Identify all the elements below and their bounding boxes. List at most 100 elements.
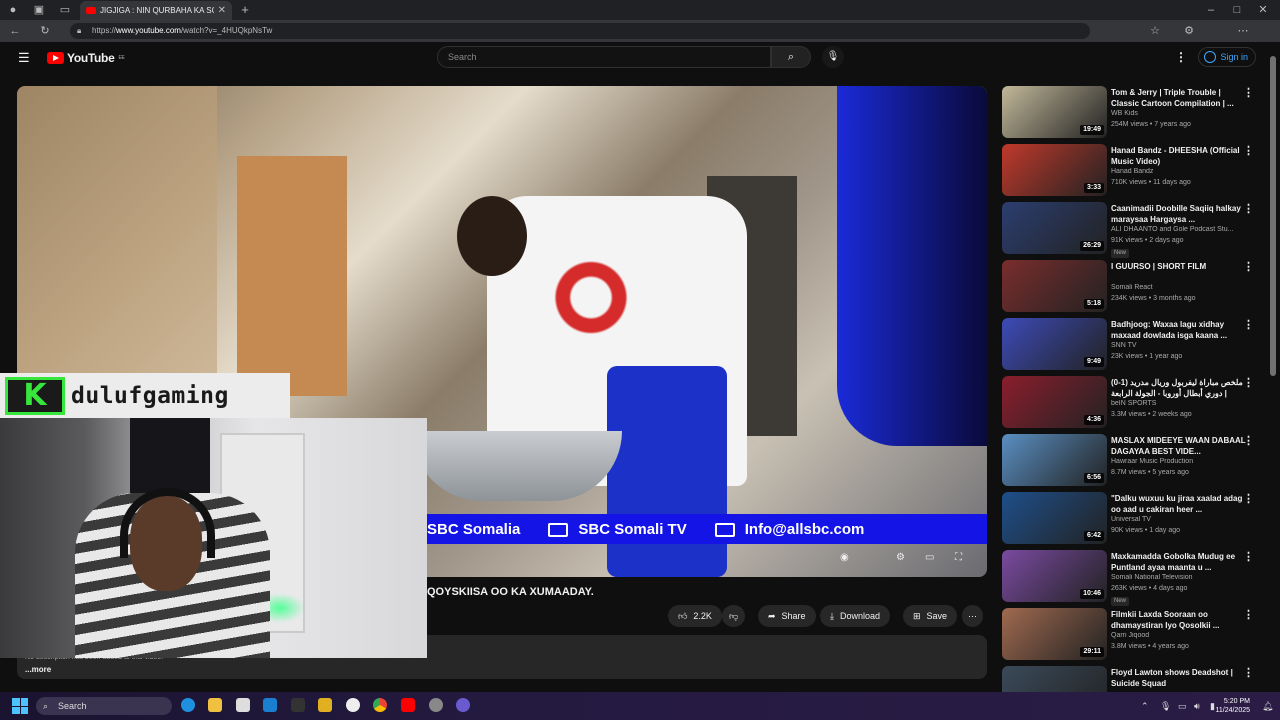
recommendation-thumbnail[interactable]: 3:33 bbox=[1002, 144, 1107, 196]
more-options-icon[interactable]: ⋮ bbox=[1243, 608, 1254, 621]
more-options-icon[interactable]: ⋮ bbox=[1243, 144, 1254, 157]
recommendation-thumbnail[interactable]: 5:18 bbox=[1002, 260, 1107, 312]
scrollbar-thumb[interactable] bbox=[1270, 56, 1276, 376]
more-options-icon[interactable]: ⋮ bbox=[1243, 550, 1254, 563]
recommendation-title[interactable]: Caanimadii Doobille Saqiiq halkay marays… bbox=[1111, 203, 1247, 225]
extensions-icon[interactable]: ⚙ bbox=[1182, 24, 1196, 38]
refresh-icon[interactable]: ↻ bbox=[38, 24, 52, 38]
recommendation-title[interactable]: Filmkii Laxda Sooraan oo dhamaystiran Iy… bbox=[1111, 609, 1247, 631]
recommendation-channel[interactable]: Somali National Television bbox=[1111, 574, 1251, 581]
recommendation-item[interactable]: 6:56 MASLAX MIDEEYE WAAN DABAAL DAGAYAA B… bbox=[1002, 434, 1264, 486]
recommendation-title[interactable]: Floyd Lawton shows Deadshot | Suicide Sq… bbox=[1111, 667, 1247, 689]
recommendation-title[interactable]: Hanad Bandz - DHEESHA (Official Music Vi… bbox=[1111, 145, 1247, 167]
recommendation-title[interactable]: Tom & Jerry | Triple Trouble | Classic C… bbox=[1111, 87, 1247, 109]
recommendation-channel[interactable]: SNN TV bbox=[1111, 342, 1251, 349]
recommendation-thumbnail[interactable]: 10:46 bbox=[1002, 550, 1107, 602]
file-explorer-icon[interactable] bbox=[208, 698, 222, 712]
save-button[interactable]: ⊞ Save bbox=[903, 605, 958, 627]
taskbar-clock[interactable]: 5:20 PM 11/24/2025 bbox=[1215, 697, 1250, 715]
autoplay-toggle-icon[interactable]: ◉ bbox=[840, 552, 854, 564]
recommendation-channel[interactable]: Qarri Jiqood bbox=[1111, 632, 1251, 639]
recommendation-title[interactable]: ملخص مباراة ليفربول وريال مدريد (1-0) | … bbox=[1111, 377, 1247, 399]
recommendation-channel[interactable]: beIN SPORTS bbox=[1111, 400, 1251, 407]
recommendation-channel[interactable]: Universal TV bbox=[1111, 516, 1251, 523]
yandex-icon[interactable] bbox=[346, 698, 360, 712]
recommendation-thumbnail[interactable]: 6:56 bbox=[1002, 434, 1107, 486]
rockstar-icon[interactable] bbox=[318, 698, 332, 712]
edge-icon[interactable] bbox=[181, 698, 195, 712]
signin-button[interactable]: Sign in bbox=[1198, 47, 1256, 67]
recommendation-item[interactable]: 9:49 Badhjoog: Waxaa lagu xidhay maxaad d… bbox=[1002, 318, 1264, 370]
workspaces-icon[interactable]: ▣ bbox=[32, 3, 46, 17]
more-options-icon[interactable]: ⋮ bbox=[1243, 86, 1254, 99]
recommendation-title[interactable]: MASLAX MIDEEYE WAAN DABAAL DAGAYAA BEST … bbox=[1111, 435, 1247, 457]
more-actions-button[interactable]: ⋯ bbox=[962, 605, 983, 627]
more-options-icon[interactable]: ⋮ bbox=[1243, 492, 1254, 505]
recommendation-thumbnail[interactable]: 9:49 bbox=[1002, 318, 1107, 370]
menu-icon[interactable]: ☰ bbox=[18, 50, 30, 66]
assistant-app-icon[interactable] bbox=[456, 698, 470, 712]
browser-tab-active[interactable]: JIGJIGA : NIN QURBAHA KA SOO ✕ bbox=[80, 1, 232, 20]
chrome-icon[interactable] bbox=[373, 698, 387, 712]
recommendation-item[interactable]: 3:33 Hanad Bandz - DHEESHA (Official Musi… bbox=[1002, 144, 1264, 196]
recommendation-thumbnail[interactable]: 4:36 bbox=[1002, 376, 1107, 428]
recommendation-channel[interactable]: Hanad Bandz bbox=[1111, 168, 1251, 175]
browser-menu-icon[interactable]: ⋯ bbox=[1236, 24, 1250, 38]
description-more-link[interactable]: ...more bbox=[25, 665, 51, 674]
settings-gear-icon[interactable]: ⚙ bbox=[896, 552, 910, 564]
share-button[interactable]: ➦ Share bbox=[758, 605, 816, 627]
windows-start-icon[interactable] bbox=[12, 698, 28, 714]
recommendation-channel[interactable]: ALI DHAANTO and Gole Podcast Stu... bbox=[1111, 226, 1251, 233]
download-button[interactable]: ⤓ Download bbox=[820, 605, 891, 627]
profile-icon[interactable]: ● bbox=[6, 3, 20, 17]
like-button[interactable]: 👍︎ 2.2K bbox=[668, 605, 722, 627]
close-tab-icon[interactable]: ✕ bbox=[218, 5, 226, 16]
app-icon-blue[interactable] bbox=[263, 698, 277, 712]
maximize-icon[interactable]: □ bbox=[1230, 3, 1244, 17]
network-icon[interactable]: ▭ bbox=[1178, 701, 1187, 712]
volume-icon[interactable]: 🔊︎ bbox=[1194, 701, 1200, 712]
search-input[interactable]: Search bbox=[437, 46, 771, 68]
recommendation-item[interactable]: 4:36 ملخص مباراة ليفربول وريال مدريد (1-0… bbox=[1002, 376, 1264, 428]
epic-games-icon[interactable] bbox=[291, 698, 305, 712]
recommendation-thumbnail[interactable]: 6:42 bbox=[1002, 492, 1107, 544]
more-options-icon[interactable]: ⋮ bbox=[1243, 318, 1254, 331]
recommendation-item[interactable]: 10:46 Maxkamadda Gobolka Mudug ee Puntlan… bbox=[1002, 550, 1264, 606]
store-icon[interactable] bbox=[236, 698, 250, 712]
more-options-icon[interactable]: ⋮ bbox=[1243, 260, 1254, 273]
recommendation-channel[interactable]: Hawraar Music Production bbox=[1111, 458, 1251, 465]
recommendation-channel[interactable]: Somali React bbox=[1111, 284, 1251, 291]
youtube-app-icon[interactable] bbox=[401, 698, 415, 712]
more-options-icon[interactable]: ⋮ bbox=[1243, 666, 1254, 679]
new-tab-icon[interactable]: + bbox=[238, 3, 252, 17]
taskbar-search[interactable]: ⌕ Search bbox=[36, 697, 172, 715]
close-window-icon[interactable]: ✕ bbox=[1256, 3, 1270, 17]
notifications-icon[interactable]: 🔔︎ bbox=[1262, 701, 1273, 712]
tab-actions-icon[interactable]: ▭ bbox=[58, 3, 72, 17]
page-scrollbar[interactable] bbox=[1270, 44, 1276, 690]
youtube-logo[interactable]: YouTube EE bbox=[47, 51, 125, 65]
recommendation-title[interactable]: I GUURSO | SHORT FILM bbox=[1111, 261, 1247, 272]
recommendation-item[interactable]: 5:18 I GUURSO | SHORT FILM Somali React 234… bbox=[1002, 260, 1264, 312]
recommendation-thumbnail[interactable]: 26:29 bbox=[1002, 202, 1107, 254]
voice-search-button[interactable]: 🎙︎ bbox=[822, 46, 844, 68]
fullscreen-icon[interactable]: ⛶ bbox=[955, 552, 969, 564]
recommendation-title[interactable]: Maxkamadda Gobolka Mudug ee Puntland aya… bbox=[1111, 551, 1247, 573]
recommendation-item[interactable]: 6:42 "Dalku wuxuu ku jiraa xaalad adag oo… bbox=[1002, 492, 1264, 544]
recommendation-item[interactable]: 29:11 Filmkii Laxda Sooraan oo dhamaystir… bbox=[1002, 608, 1264, 660]
minimize-icon[interactable]: – bbox=[1204, 3, 1218, 17]
recommendation-item[interactable]: 19:49 Tom & Jerry | Triple Trouble | Clas… bbox=[1002, 86, 1264, 138]
mic-tray-icon[interactable]: 🎙︎ bbox=[1160, 701, 1171, 712]
settings-more-icon[interactable]: ⋮ bbox=[1175, 50, 1187, 64]
battery-icon[interactable]: ▮ bbox=[1210, 701, 1215, 712]
more-options-icon[interactable]: ⋮ bbox=[1243, 376, 1254, 389]
theater-mode-icon[interactable]: ▭ bbox=[925, 552, 939, 564]
recommendation-thumbnail[interactable]: 29:11 bbox=[1002, 608, 1107, 660]
recommendation-item[interactable]: 26:29 Caanimadii Doobille Saqiiq halkay m… bbox=[1002, 202, 1264, 258]
tray-overflow-icon[interactable]: ⌃ bbox=[1141, 701, 1149, 712]
recommendation-thumbnail[interactable]: 19:49 bbox=[1002, 86, 1107, 138]
recommendation-title[interactable]: Badhjoog: Waxaa lagu xidhay maxaad dowla… bbox=[1111, 319, 1247, 341]
url-field[interactable]: 🔒︎ https://www.youtube.com/watch?v=_4HUQ… bbox=[70, 23, 1090, 39]
more-options-icon[interactable]: ⋮ bbox=[1243, 434, 1254, 447]
recommendation-channel[interactable]: WB Kids bbox=[1111, 110, 1251, 117]
